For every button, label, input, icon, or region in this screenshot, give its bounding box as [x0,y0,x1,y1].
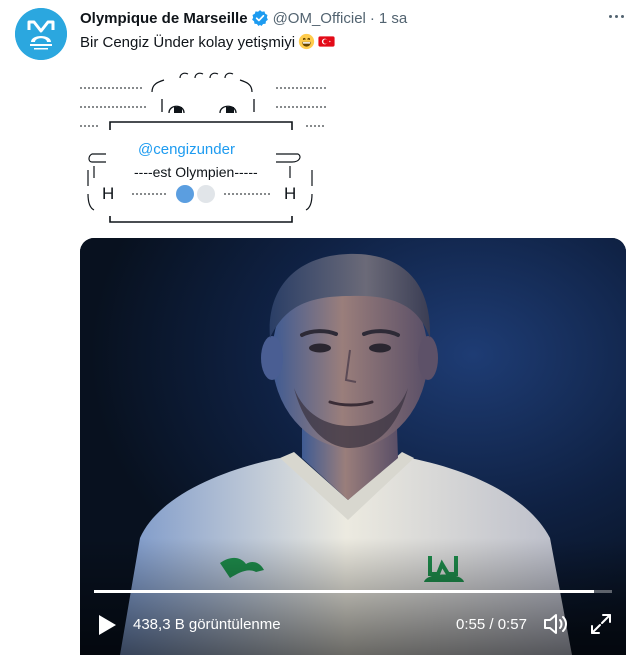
play-icon[interactable] [96,613,118,637]
video-player[interactable]: 438,3 B görüntülenme 0:55 / 0:57 [80,238,626,655]
video-progress-fill [94,590,594,593]
time-separator: / [485,616,498,633]
grinning-face-icon [298,33,315,50]
tweet[interactable]: Olympique de Marseille @OM_Officiel · 1 … [0,0,640,655]
video-controls: 438,3 B görüntülenme 0:55 / 0:57 [80,606,626,646]
ascii-olympien-line: ----est Olympien----- [134,164,258,180]
separator-dot: · [369,9,375,27]
duration: 0:57 [497,616,527,633]
volume-icon[interactable] [543,612,569,636]
ascii-dot-blue [176,185,194,203]
tweet-text-body: Bir Cengiz Ünder kolay yetişmiyi [80,34,296,51]
fullscreen-icon[interactable] [589,612,613,636]
more-options-icon[interactable] [604,6,628,26]
view-count: 438,3 B görüntülenme [133,616,281,633]
ascii-dot-grey [197,185,215,203]
author-handle[interactable]: @OM_Officiel [273,10,366,27]
ascii-letter-left: H [102,184,114,203]
current-time: 0:55 [456,616,486,633]
avatar[interactable] [15,8,67,60]
turkey-flag-icon [318,33,335,50]
video-progress-bar[interactable] [94,590,612,593]
ascii-letter-right: H [284,184,296,203]
verified-badge-icon [251,9,269,27]
tweet-timestamp[interactable]: 1 sa [379,10,407,27]
author-name[interactable]: Olympique de Marseille [80,10,248,27]
mention-link[interactable]: @cengizunder [138,141,235,158]
video-timecode: 0:55 / 0:57 [456,616,527,633]
tweet-header: Olympique de Marseille @OM_Officiel · 1 … [80,8,407,28]
om-logo-icon [15,8,67,60]
tweet-text: Bir Cengiz Ünder kolay yetişmiyi [80,33,335,53]
